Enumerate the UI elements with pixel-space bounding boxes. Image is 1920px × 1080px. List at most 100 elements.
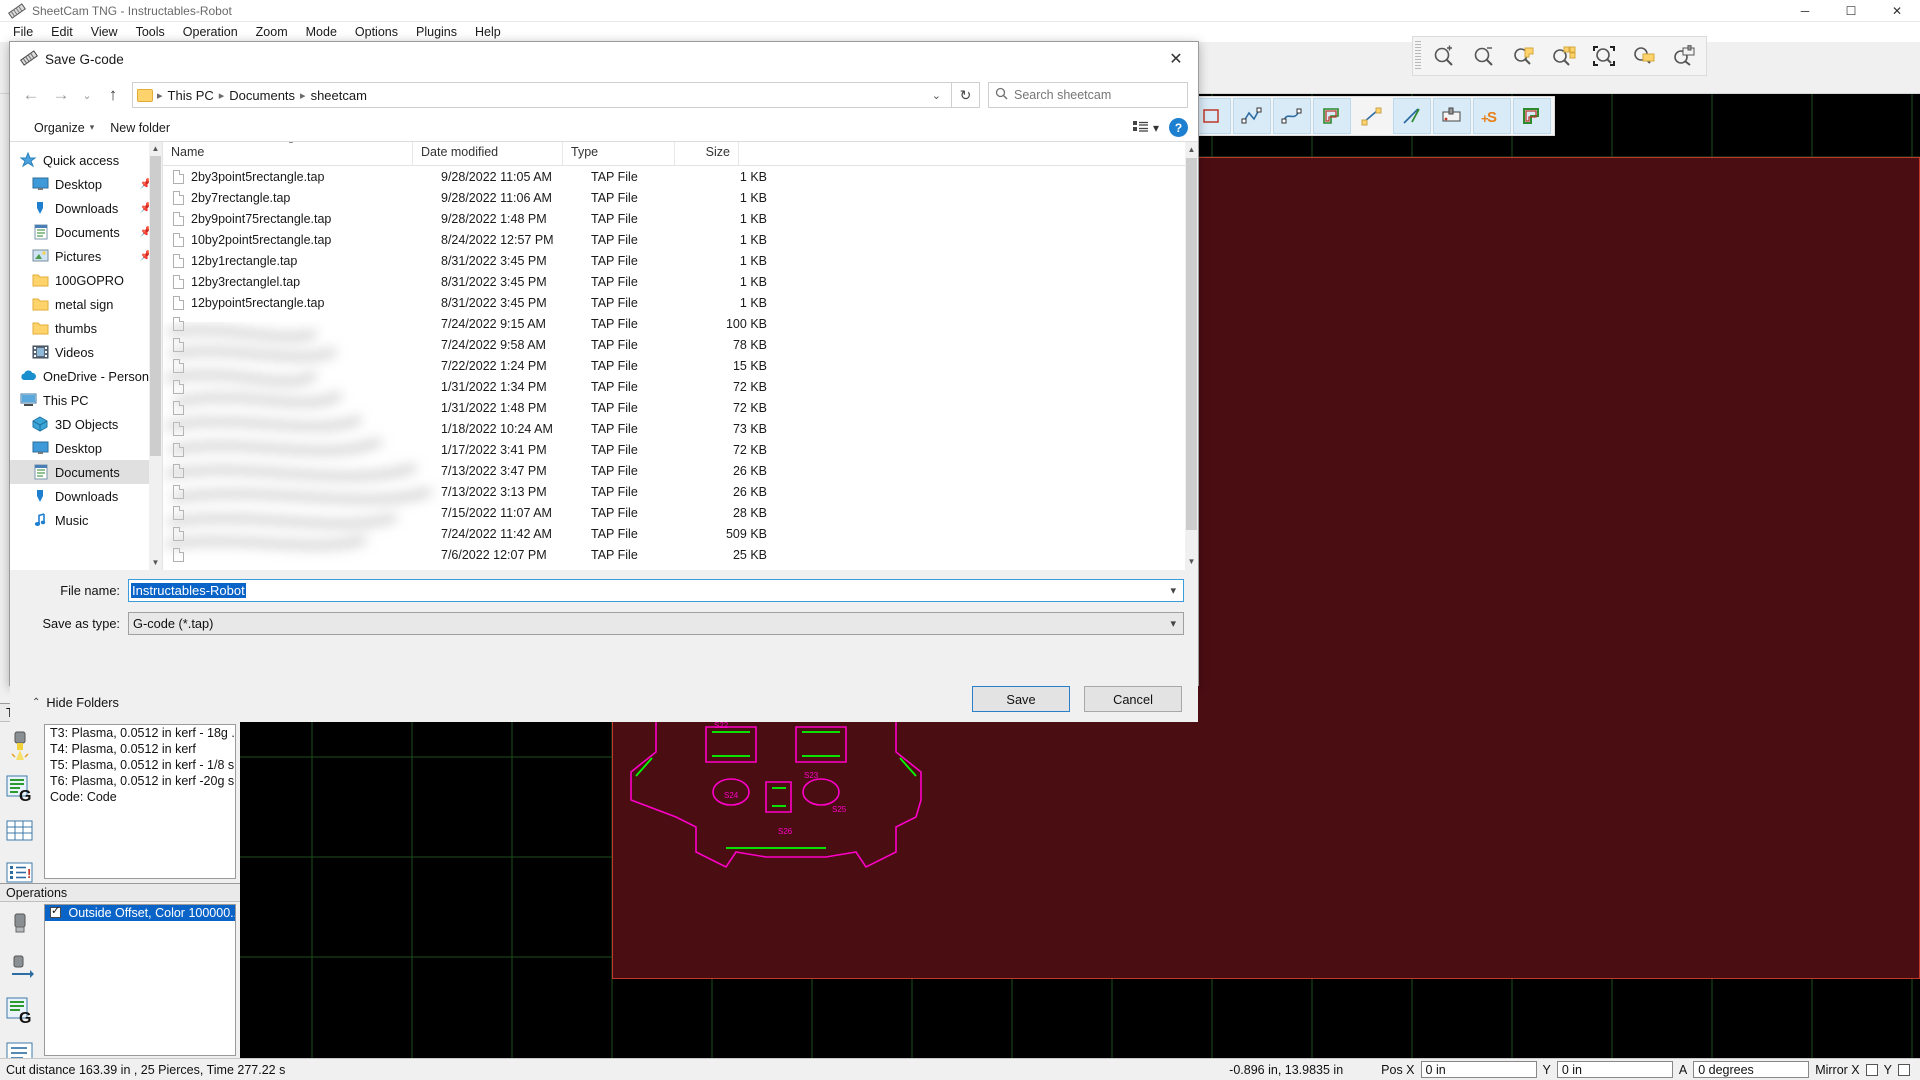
- list-item[interactable]: T6: Plasma, 0.0512 in kerf -20g s...: [45, 773, 235, 789]
- table-row[interactable]: 7/24/2022 9:58 AMTAP File78 KB: [163, 334, 1185, 355]
- cancel-button[interactable]: Cancel: [1084, 686, 1182, 712]
- breadcrumb-item-documents[interactable]: Documents: [226, 88, 298, 103]
- table-row[interactable]: 2by3point5rectangle.tap9/28/2022 11:05 A…: [163, 166, 1185, 187]
- table-row[interactable]: 7/22/2022 1:24 PMTAP File15 KB: [163, 355, 1185, 376]
- nav-item-100gopro[interactable]: 100GOPRO: [10, 268, 162, 292]
- table-row[interactable]: 7/15/2022 11:07 AMTAP File28 KB: [163, 502, 1185, 523]
- angle-input[interactable]: 0 degrees: [1693, 1061, 1809, 1078]
- column-header-name[interactable]: Name: [163, 142, 413, 165]
- menu-zoom[interactable]: Zoom: [247, 23, 297, 41]
- column-header-size[interactable]: Size: [675, 142, 739, 165]
- menu-operation[interactable]: Operation: [174, 23, 247, 41]
- scroll-down-icon[interactable]: ▼: [1185, 554, 1198, 570]
- zoom-out-icon[interactable]: [1465, 38, 1503, 74]
- scrollbar-thumb[interactable]: [1186, 158, 1197, 530]
- pos-y-input[interactable]: 0 in: [1557, 1061, 1673, 1078]
- polyline-icon[interactable]: [1233, 98, 1271, 134]
- breadcrumb-item-thispc[interactable]: This PC: [165, 88, 217, 103]
- nav-item-music[interactable]: Music: [10, 508, 162, 532]
- table-row[interactable]: 1/17/2022 3:41 PMTAP File72 KB: [163, 439, 1185, 460]
- nav-item-videos[interactable]: Videos: [10, 340, 162, 364]
- column-header-type[interactable]: Type: [563, 142, 675, 165]
- close-icon[interactable]: ✕: [1154, 44, 1198, 74]
- inside-offset-icon[interactable]: [1513, 98, 1551, 134]
- search-input[interactable]: Search sheetcam: [988, 82, 1188, 108]
- table-row[interactable]: 2by7rectangle.tap9/28/2022 11:06 AMTAP F…: [163, 187, 1185, 208]
- nav-item-downloads[interactable]: Downloads📌: [10, 196, 162, 220]
- list-item[interactable]: T4: Plasma, 0.0512 in kerf: [45, 741, 235, 757]
- zoom-in-icon[interactable]: [1425, 38, 1463, 74]
- table-row[interactable]: 7/24/2022 9:15 AMTAP File100 KB: [163, 313, 1185, 334]
- chevron-down-icon[interactable]: ⌄: [924, 89, 949, 102]
- zoom-material-icon[interactable]: [1625, 38, 1663, 74]
- view-options-button[interactable]: ▾: [1133, 120, 1159, 136]
- recent-locations-button[interactable]: ⌄: [76, 81, 98, 109]
- nav-item-quick-access[interactable]: Quick access: [10, 148, 162, 172]
- lead-out-icon[interactable]: [1393, 98, 1431, 134]
- organize-button[interactable]: Organize ▾: [26, 121, 102, 135]
- scroll-up-icon[interactable]: ▲: [149, 142, 162, 156]
- savetype-select[interactable]: G-code (*.tap) ▾: [128, 612, 1184, 635]
- outside-offset-icon[interactable]: [1313, 98, 1351, 134]
- table-row[interactable]: 12by1rectangle.tap8/31/2022 3:45 PMTAP F…: [163, 250, 1185, 271]
- menu-options[interactable]: Options: [346, 23, 407, 41]
- breadcrumb-item-sheetcam[interactable]: sheetcam: [308, 88, 370, 103]
- zoom-selection-icon[interactable]: [1585, 38, 1623, 74]
- nav-item-desktop[interactable]: Desktop: [10, 436, 162, 460]
- table-row[interactable]: 1/18/2022 10:24 AMTAP File73 KB: [163, 418, 1185, 439]
- nav-item-desktop[interactable]: Desktop📌: [10, 172, 162, 196]
- scroll-down-icon[interactable]: ▼: [149, 556, 162, 570]
- mirror-x-checkbox[interactable]: [1866, 1064, 1878, 1076]
- arrow-icon[interactable]: [0, 948, 40, 990]
- new-folder-button[interactable]: New folder: [102, 121, 178, 135]
- menu-edit[interactable]: Edit: [42, 23, 82, 41]
- list-item[interactable]: T5: Plasma, 0.0512 in kerf - 1/8 s...: [45, 757, 235, 773]
- table-row[interactable]: 7/24/2022 11:42 AMTAP File509 KB: [163, 523, 1185, 544]
- help-button[interactable]: ?: [1169, 118, 1188, 137]
- scroll-up-icon[interactable]: ▲: [1185, 142, 1198, 158]
- minimize-button[interactable]: ─: [1782, 0, 1828, 22]
- table-row[interactable]: 10by2point5rectangle.tap8/24/2022 12:57 …: [163, 229, 1185, 250]
- gcode-icon[interactable]: G: [0, 990, 40, 1032]
- mirror-y-checkbox[interactable]: [1898, 1064, 1910, 1076]
- table-row[interactable]: 1/31/2022 1:48 PMTAP File72 KB: [163, 397, 1185, 418]
- nav-item-metal-sign[interactable]: metal sign: [10, 292, 162, 316]
- chevron-down-icon[interactable]: ▾: [1170, 584, 1181, 597]
- nav-item-onedrive-person[interactable]: OneDrive - Person: [10, 364, 162, 388]
- lead-in-icon[interactable]: [1353, 98, 1391, 134]
- menu-file[interactable]: File: [4, 23, 42, 41]
- operations-list[interactable]: Outside Offset, Color 100000...: [44, 904, 236, 1056]
- nav-item-3d-objects[interactable]: 3D Objects: [10, 412, 162, 436]
- table-row[interactable]: 1/31/2022 1:34 PMTAP File72 KB: [163, 376, 1185, 397]
- save-button[interactable]: Save: [972, 686, 1070, 712]
- menu-view[interactable]: View: [82, 23, 127, 41]
- nav-item-this-pc[interactable]: This PC: [10, 388, 162, 412]
- back-button[interactable]: ←: [16, 81, 46, 109]
- nav-item-downloads[interactable]: Downloads: [10, 484, 162, 508]
- close-button[interactable]: ✕: [1874, 0, 1920, 22]
- nav-item-documents[interactable]: Documents📌: [10, 220, 162, 244]
- table-row[interactable]: 12by3rectanglel.tap8/31/2022 3:45 PMTAP …: [163, 271, 1185, 292]
- column-header-date[interactable]: Date modified: [413, 142, 563, 165]
- table-row[interactable]: 7/13/2022 3:47 PMTAP File26 KB: [163, 460, 1185, 481]
- checkbox-icon[interactable]: [50, 907, 61, 918]
- nav-item-pictures[interactable]: Pictures📌: [10, 244, 162, 268]
- nav-item-documents[interactable]: Documents: [10, 460, 162, 484]
- table-row[interactable]: 2by9point75rectangle.tap9/28/2022 1:48 P…: [163, 208, 1185, 229]
- table-row[interactable]: 7/13/2022 3:13 PMTAP File26 KB: [163, 481, 1185, 502]
- pos-x-input[interactable]: 0 in: [1421, 1061, 1537, 1078]
- list-item[interactable]: Outside Offset, Color 100000...: [45, 905, 235, 921]
- table-icon[interactable]: [0, 810, 40, 852]
- forward-button[interactable]: →: [46, 81, 76, 109]
- list-item[interactable]: Code: Code: [45, 789, 235, 805]
- list-item[interactable]: T3: Plasma, 0.0512 in kerf - 18g ...: [45, 725, 235, 741]
- scrollbar-thumb[interactable]: [150, 156, 161, 456]
- maximize-button[interactable]: ☐: [1828, 0, 1874, 22]
- refresh-icon[interactable]: ↻: [952, 82, 980, 108]
- zoom-all-parts-icon[interactable]: [1545, 38, 1583, 74]
- add-s-code-icon[interactable]: S +: [1473, 98, 1511, 134]
- menu-plugins[interactable]: Plugins: [407, 23, 466, 41]
- up-button[interactable]: ↑: [98, 81, 128, 109]
- menu-help[interactable]: Help: [466, 23, 510, 41]
- toolbar-grip[interactable]: [1415, 41, 1421, 71]
